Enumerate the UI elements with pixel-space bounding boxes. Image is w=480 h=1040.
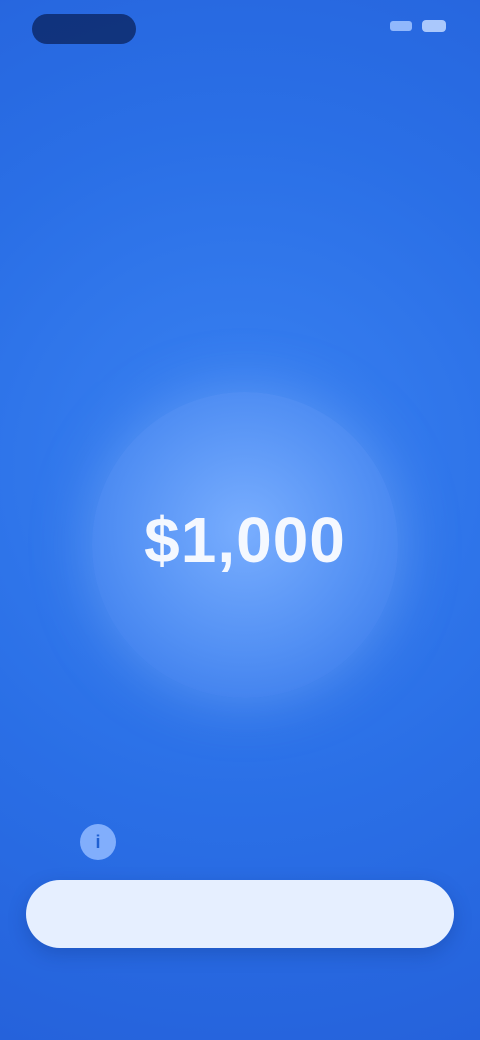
battery-icon (422, 20, 446, 32)
primary-action-button[interactable] (26, 880, 454, 948)
status-badge (32, 14, 136, 44)
status-bar (0, 0, 480, 56)
status-icons (390, 20, 446, 32)
notice-row: i (80, 820, 400, 864)
header (40, 70, 440, 126)
signal-icon (390, 21, 412, 31)
balance-amount: $1,000 (144, 504, 346, 576)
balance-circle: $1,000 (92, 392, 398, 698)
brand-text (40, 70, 440, 104)
info-icon: i (80, 824, 116, 860)
